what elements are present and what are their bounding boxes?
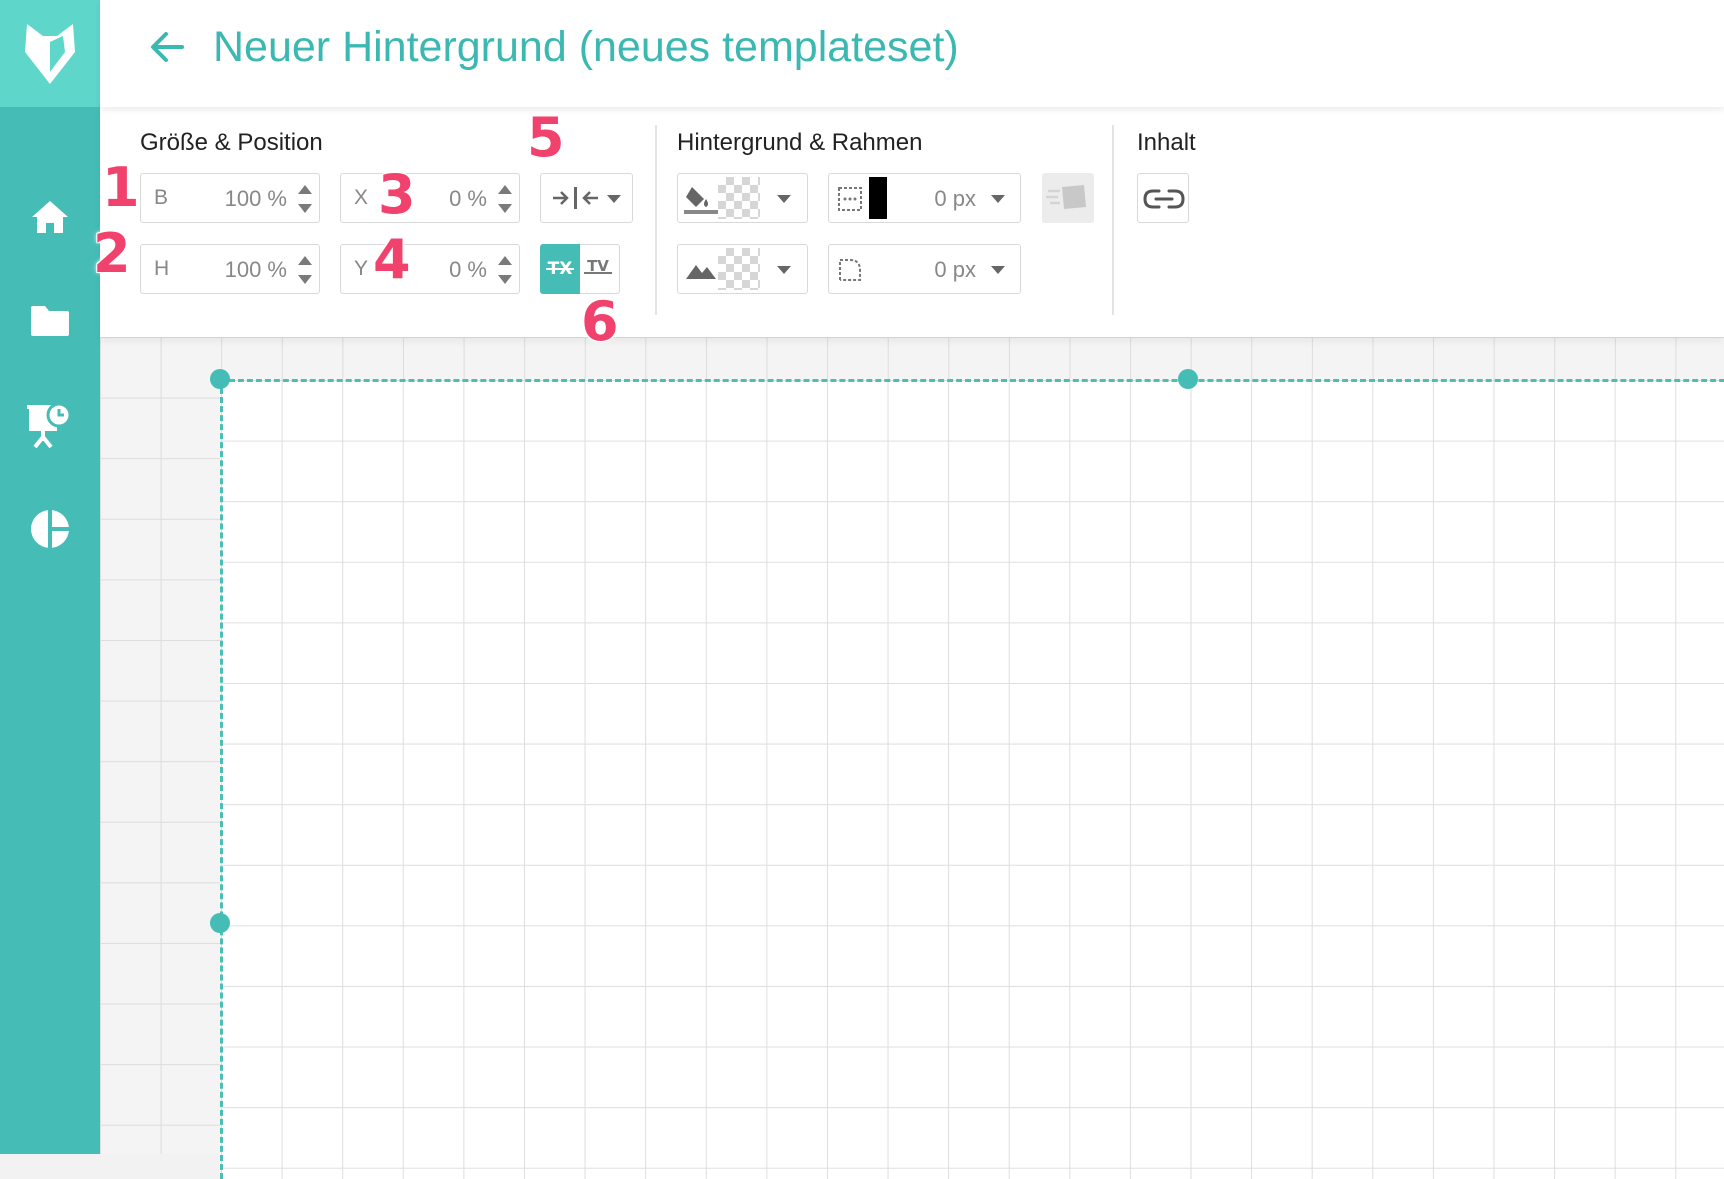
x-field-label: X bbox=[354, 186, 369, 209]
page-title: Neuer Hintergrund (neues templateset) bbox=[213, 23, 959, 71]
background-element[interactable] bbox=[220, 379, 1724, 1179]
image-mountain-icon bbox=[686, 265, 716, 279]
sidebar bbox=[0, 0, 100, 1154]
fox-logo-icon bbox=[25, 23, 75, 84]
height-field-label: H bbox=[154, 257, 170, 280]
section-label-content: Inhalt bbox=[1137, 129, 1196, 156]
annotation-badge-6: 6 bbox=[581, 290, 619, 353]
height-field[interactable]: H 100 % bbox=[140, 244, 320, 294]
corner-radius-icon bbox=[839, 259, 861, 281]
align-center-icon bbox=[553, 187, 598, 209]
shadow-button[interactable] bbox=[1042, 173, 1094, 223]
border-style-icon bbox=[838, 187, 862, 211]
width-spinner[interactable] bbox=[298, 185, 312, 213]
border-width-value: 0 px bbox=[934, 186, 976, 211]
section-label-background-border: Hintergrund & Rahmen bbox=[677, 129, 923, 156]
section-divider-2 bbox=[1112, 125, 1114, 315]
border-dropdown[interactable]: 0 px bbox=[828, 173, 1021, 223]
width-field[interactable]: B 100 % bbox=[140, 173, 320, 223]
nav-analytics[interactable] bbox=[22, 501, 78, 557]
resize-handle-top-center[interactable] bbox=[1178, 369, 1198, 389]
y-field-value: 0 % bbox=[449, 257, 487, 282]
width-field-value: 100 % bbox=[224, 186, 287, 211]
section-label-size-position: Größe & Position bbox=[140, 129, 323, 156]
height-field-value: 100 % bbox=[224, 257, 287, 282]
home-icon bbox=[32, 201, 68, 233]
paint-bucket-icon bbox=[684, 187, 718, 214]
folder-icon bbox=[31, 306, 69, 336]
annotation-badge-1: 1 bbox=[102, 156, 140, 219]
y-spinner[interactable] bbox=[498, 256, 512, 284]
x-field-value: 0 % bbox=[449, 186, 487, 211]
resize-handle-middle-left[interactable] bbox=[210, 913, 230, 933]
header: Neuer Hintergrund (neues templateset) bbox=[100, 0, 1724, 107]
fill-color-dropdown[interactable] bbox=[677, 173, 808, 223]
section-divider bbox=[655, 125, 657, 315]
nav-folder[interactable] bbox=[22, 293, 78, 349]
nav-presentation[interactable] bbox=[22, 397, 78, 453]
transform-toggle-active[interactable]: TX bbox=[540, 244, 580, 294]
app-logo[interactable] bbox=[0, 0, 100, 107]
annotation-badge-5: 5 bbox=[527, 106, 565, 169]
y-field[interactable]: Y 0 % bbox=[340, 244, 520, 294]
fill-dropdown-caret bbox=[777, 195, 791, 203]
back-arrow-icon[interactable] bbox=[142, 22, 192, 72]
y-field-label: Y bbox=[354, 257, 369, 280]
presentation-icon bbox=[27, 402, 72, 449]
fill-color-swatch bbox=[718, 177, 760, 219]
image-swatch bbox=[718, 248, 760, 290]
align-dropdown[interactable] bbox=[540, 173, 633, 223]
width-field-label: B bbox=[154, 186, 169, 209]
height-spinner[interactable] bbox=[298, 256, 312, 284]
x-field[interactable]: X 0 % bbox=[340, 173, 520, 223]
annotation-badge-3: 3 bbox=[378, 163, 416, 226]
link-button[interactable] bbox=[1137, 173, 1189, 223]
border-color-swatch bbox=[869, 177, 887, 219]
transform-y-icon: TV bbox=[584, 257, 612, 275]
resize-handle-top-left[interactable] bbox=[210, 369, 230, 389]
toolbar: Größe & Position B 100 % H 100 % X 0 % Y… bbox=[100, 107, 1724, 337]
analytics-icon bbox=[31, 508, 71, 550]
annotation-badge-2: 2 bbox=[93, 222, 131, 285]
x-spinner[interactable] bbox=[498, 185, 512, 213]
radius-value: 0 px bbox=[934, 257, 976, 282]
shadow-icon bbox=[1046, 185, 1086, 209]
link-icon bbox=[1143, 189, 1185, 209]
annotation-badge-4: 4 bbox=[373, 228, 411, 291]
nav-home[interactable] bbox=[22, 189, 78, 245]
align-dropdown-caret bbox=[607, 195, 621, 203]
image-dropdown-caret bbox=[777, 266, 791, 274]
transform-x-icon: TX bbox=[546, 259, 574, 279]
border-dropdown-caret bbox=[991, 195, 1005, 203]
editor-canvas[interactable] bbox=[100, 337, 1724, 1179]
image-dropdown[interactable] bbox=[677, 244, 808, 294]
radius-dropdown-caret bbox=[991, 266, 1005, 274]
transform-toggle-inactive[interactable]: TV bbox=[580, 244, 620, 294]
radius-dropdown[interactable]: 0 px bbox=[828, 244, 1021, 294]
